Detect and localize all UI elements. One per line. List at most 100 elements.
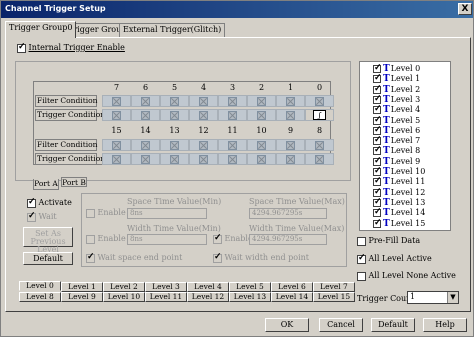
level-tab[interactable]: Level 13 (229, 292, 271, 302)
condition-cell[interactable] (247, 139, 276, 151)
condition-cell[interactable] (276, 139, 305, 151)
condition-cell[interactable] (160, 139, 189, 151)
condition-cell[interactable] (276, 95, 305, 107)
width-min-field[interactable]: 8ns (127, 234, 207, 245)
condition-cell[interactable] (189, 153, 218, 165)
condition-cell[interactable] (276, 109, 305, 121)
prefill-checkbox[interactable] (357, 236, 366, 246)
prefill-option[interactable]: Pre-Fill Data (357, 236, 420, 246)
level-checkbox[interactable] (373, 125, 382, 135)
level-tab[interactable]: Level 15 (313, 292, 355, 302)
level-checkbox[interactable] (373, 176, 382, 187)
level-tab[interactable]: Level 2 (103, 282, 145, 292)
wait-width-end-option[interactable]: Wait width end point (213, 252, 309, 263)
cancel-button[interactable]: Cancel (319, 318, 363, 332)
level-checkbox[interactable] (373, 84, 382, 94)
tab-external-trigger[interactable]: External Trigger(Glitch) (119, 23, 226, 37)
level-tab[interactable]: Level 5 (229, 282, 271, 292)
condition-cell[interactable] (102, 153, 131, 165)
level-tab[interactable]: Level 6 (271, 282, 313, 292)
level-checkbox[interactable] (373, 94, 382, 104)
space-max-field[interactable]: 4294.967295s (249, 208, 327, 219)
condition-cell[interactable] (189, 109, 218, 121)
wait-width-end-checkbox[interactable] (213, 252, 222, 263)
level-list[interactable]: TLevel 0TLevel 1TLevel 2TLevel 3TLevel 4… (359, 61, 451, 231)
condition-cell[interactable] (131, 95, 160, 107)
level-checkbox[interactable] (373, 63, 382, 73)
level-tab[interactable]: Level 9 (61, 292, 103, 302)
level-tab[interactable]: Level 4 (187, 282, 229, 292)
width-max-field[interactable]: 4294.967295s (249, 234, 327, 245)
condition-cell[interactable] (102, 95, 131, 107)
wait-option[interactable]: Wait (27, 211, 57, 222)
condition-cell[interactable] (160, 109, 189, 121)
condition-cell[interactable] (305, 95, 334, 107)
level-checkbox[interactable] (373, 104, 382, 115)
level-checkbox[interactable] (373, 207, 382, 218)
condition-cell[interactable] (276, 153, 305, 165)
condition-cell-selected[interactable]: ∫ (305, 109, 334, 121)
width-max-enable-option[interactable]: Enable (213, 233, 253, 244)
tab-trigger-group0[interactable]: Trigger Group0 (5, 21, 77, 38)
level-checkbox[interactable] (373, 166, 382, 176)
condition-cell[interactable] (102, 139, 131, 151)
level-tab[interactable]: Level 3 (145, 282, 187, 292)
tab-port-a[interactable]: Port A (33, 179, 59, 190)
close-icon[interactable]: X (458, 3, 472, 15)
trigger-count-select[interactable]: 1 ▼ (407, 291, 459, 304)
chevron-down-icon[interactable]: ▼ (447, 292, 458, 303)
width-max-enable-checkbox[interactable] (213, 233, 222, 244)
condition-cell[interactable] (189, 139, 218, 151)
level-tab[interactable]: Level 0 (19, 281, 61, 291)
all-level-active-checkbox[interactable] (357, 253, 366, 264)
level-tab[interactable]: Level 12 (187, 292, 229, 302)
condition-cell[interactable] (218, 95, 247, 107)
condition-cell[interactable] (218, 139, 247, 151)
condition-cell[interactable] (102, 109, 131, 121)
level-checkbox[interactable] (373, 156, 382, 166)
level-tab[interactable]: Level 1 (61, 282, 103, 292)
condition-cell[interactable] (189, 95, 218, 107)
width-enable-option[interactable]: Enable (86, 234, 126, 244)
condition-cell[interactable] (131, 153, 160, 165)
level-list-item[interactable]: TLevel 15 (373, 218, 425, 229)
activate-option[interactable]: Activate (27, 197, 72, 208)
all-level-none-option[interactable]: All Level None Active (357, 271, 456, 281)
level-tab[interactable]: Level 10 (103, 292, 145, 302)
condition-cell[interactable] (247, 109, 276, 121)
condition-cell[interactable] (131, 109, 160, 121)
level-checkbox[interactable] (373, 73, 382, 84)
condition-cell[interactable] (218, 153, 247, 165)
condition-cell[interactable] (247, 153, 276, 165)
tab-port-b[interactable]: Port B (61, 177, 87, 187)
condition-cell[interactable] (160, 153, 189, 165)
all-level-none-checkbox[interactable] (357, 271, 366, 281)
width-enable-checkbox[interactable] (86, 234, 95, 244)
condition-cell[interactable] (218, 109, 247, 121)
default-level-button[interactable]: Default (23, 252, 73, 265)
default-button[interactable]: Default (371, 318, 415, 332)
level-tab[interactable]: Level 7 (313, 282, 355, 292)
wait-checkbox[interactable] (27, 211, 36, 222)
level-checkbox[interactable] (373, 197, 382, 207)
all-level-active-option[interactable]: All Level Active (357, 253, 432, 264)
help-button[interactable]: Help (423, 318, 467, 332)
level-checkbox[interactable] (373, 135, 382, 146)
condition-cell[interactable] (131, 139, 160, 151)
wait-space-end-checkbox[interactable] (86, 252, 95, 263)
level-checkbox[interactable] (373, 187, 382, 197)
condition-cell[interactable] (247, 95, 276, 107)
space-enable-checkbox[interactable] (86, 208, 95, 218)
level-checkbox[interactable] (373, 145, 382, 156)
condition-cell[interactable] (305, 139, 334, 151)
level-tab[interactable]: Level 14 (271, 292, 313, 302)
condition-cell[interactable] (305, 153, 334, 165)
level-checkbox[interactable] (373, 115, 382, 125)
activate-checkbox[interactable] (27, 197, 36, 208)
level-tab[interactable]: Level 8 (19, 292, 61, 302)
level-tab[interactable]: Level 11 (145, 292, 187, 302)
wait-space-end-option[interactable]: Wait space end point (86, 252, 182, 263)
internal-trigger-enable[interactable]: Internal Trigger Enable (17, 42, 125, 53)
set-as-previous-level-button[interactable]: Set As Previous Level (23, 227, 73, 254)
level-checkbox[interactable] (373, 218, 382, 228)
